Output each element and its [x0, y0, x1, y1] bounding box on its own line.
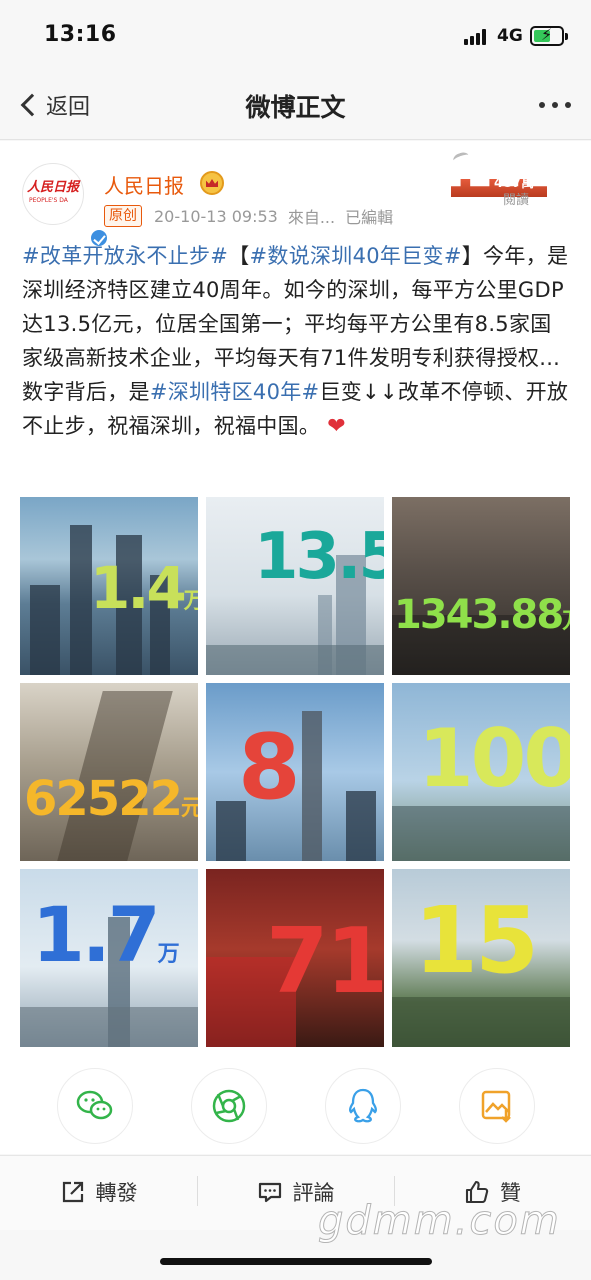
post-image[interactable]: 62522元: [20, 683, 198, 861]
dove-icon: [451, 150, 471, 166]
page-title: 微博正文: [245, 93, 346, 122]
network-type: 4G: [497, 26, 523, 46]
post-image[interactable]: 1.4万: [20, 497, 198, 675]
member-crown-icon[interactable]: [200, 171, 224, 195]
post-image[interactable]: 100: [392, 683, 570, 861]
status-time: 13:16: [44, 22, 117, 47]
post-image[interactable]: 8: [206, 683, 384, 861]
hashtag-link[interactable]: #改革开放永不止步#: [22, 244, 228, 268]
image-number: 8: [238, 715, 301, 820]
more-options-button[interactable]: [539, 102, 571, 108]
status-bar: 13:16 4G ⚡: [0, 0, 591, 70]
save-image-icon: [481, 1090, 511, 1123]
bracket: 】: [461, 244, 484, 268]
original-tag: 原创: [104, 205, 142, 227]
home-indicator[interactable]: [160, 1258, 432, 1265]
comment-icon: [258, 1182, 281, 1203]
post-meta: 原创 20-10-13 09:53 來自... 已編輯: [104, 204, 393, 228]
moments-icon: [212, 1089, 246, 1123]
more-dots-icon: [539, 102, 545, 108]
edited-label[interactable]: 已編輯: [345, 204, 393, 228]
share-wechat-button[interactable]: [57, 1068, 133, 1144]
image-number: 13.5亿: [254, 520, 384, 594]
post-image[interactable]: 13.5亿: [206, 497, 384, 675]
hashtag-link[interactable]: #深圳特区40年#: [150, 380, 320, 404]
image-number: 100: [418, 712, 570, 805]
image-number: 1.4万: [90, 554, 198, 622]
post-image[interactable]: 1343.88万: [392, 497, 570, 675]
image-number: 62522元: [24, 771, 198, 827]
post-image[interactable]: 1.7万: [20, 869, 198, 1047]
heart-emoji-icon: ❤: [327, 414, 346, 439]
bracket: 【: [228, 244, 250, 268]
signal-icon: [464, 29, 492, 45]
reads-label: 閱讀: [503, 193, 530, 208]
image-number: 1343.88万: [394, 592, 570, 638]
battery-icon: ⚡: [530, 25, 568, 46]
post-timestamp: 20-10-13 09:53: [154, 206, 278, 226]
post-image[interactable]: 71: [206, 869, 384, 1047]
author-name[interactable]: 人民日报: [104, 170, 184, 199]
share-moments-button[interactable]: [191, 1068, 267, 1144]
avatar-logo-text: 人民日报: [27, 180, 80, 195]
repost-button[interactable]: 轉發: [0, 1156, 197, 1228]
share-row: [0, 1068, 591, 1148]
wechat-icon: [76, 1090, 113, 1120]
image-number: 71: [266, 909, 384, 1014]
repost-label: 轉發: [95, 1181, 138, 1205]
avatar[interactable]: 人民日报 PEOPLE'S DA: [22, 163, 109, 248]
post-source[interactable]: 來自...: [288, 204, 335, 228]
image-number: 15: [414, 887, 539, 994]
post-image[interactable]: 15: [392, 869, 570, 1047]
watermark: gdmm.com: [318, 1198, 561, 1245]
repost-icon: [62, 1181, 83, 1203]
save-image-button[interactable]: [459, 1068, 535, 1144]
image-grid: 1.4万 13.5亿 1343.88万 62522元 8 100: [20, 497, 571, 1047]
share-qq-button[interactable]: [325, 1068, 401, 1144]
qq-icon: [349, 1088, 377, 1123]
hashtag-link[interactable]: #数说深圳40年巨变#: [250, 244, 462, 268]
nav-bar: 返回 微博正文: [0, 70, 591, 140]
image-number: 1.7万: [32, 890, 180, 979]
weibo-post: 人民日报 PEOPLE'S DA 人民日报 原创 20-10-13 09:53 …: [0, 141, 591, 1154]
post-text: #改革开放永不止步#【#数说深圳40年巨变#】今年，是深圳经济特区建立40周年。…: [22, 239, 570, 444]
avatar-logo-subtext: PEOPLE'S DA: [29, 197, 68, 204]
